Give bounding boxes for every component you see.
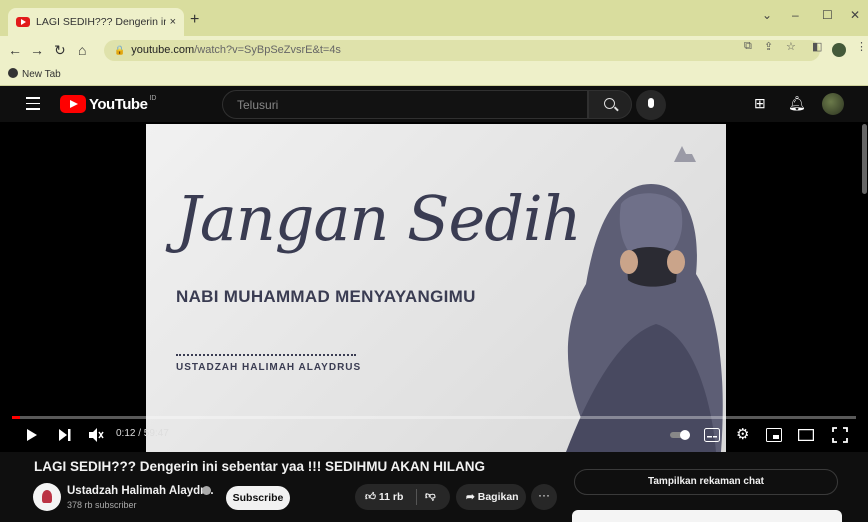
overlay-speaker-name: USTADZAH HALIMAH ALAYDRUS (176, 362, 362, 373)
dislike-button[interactable]: 👎︎ (425, 489, 436, 502)
reload-icon[interactable]: ↻ (54, 42, 66, 59)
video-progress-fill (12, 416, 21, 419)
autoplay-toggle[interactable] (670, 429, 692, 441)
video-player[interactable]: Jangan Sedih NABI MUHAMMAD MENYAYANGIMU … (0, 122, 868, 452)
youtube-logo[interactable]: YouTube ID (60, 95, 156, 113)
channel-name[interactable]: Ustadzah Halimah Alaydr... (67, 485, 214, 497)
channel-avatar[interactable] (33, 483, 61, 511)
minimize-button[interactable]: – (792, 8, 799, 22)
volume-muted-icon[interactable] (88, 427, 104, 443)
search-input[interactable]: Telusuri (222, 90, 588, 119)
new-tab-button[interactable]: + (190, 11, 199, 29)
tab-search-icon[interactable]: ⌄ (762, 8, 772, 22)
more-actions-button[interactable]: ··· (531, 484, 557, 510)
tab-close-button[interactable]: × (170, 16, 176, 28)
video-time: 0:12 / 59:47 (116, 428, 169, 439)
tab-title: LAGI SEDIH??? Dengerin ini sebe (36, 16, 166, 28)
browser-tab[interactable]: LAGI SEDIH??? Dengerin ini sebe × (8, 8, 184, 36)
globe-icon (8, 68, 18, 78)
bookmark-new-tab[interactable]: New Tab (22, 69, 61, 80)
video-title: LAGI SEDIH??? Dengerin ini sebentar yaa … (34, 459, 486, 474)
create-video-icon[interactable]: ⊞ (754, 95, 766, 112)
forward-arrow-icon[interactable]: → (30, 42, 44, 58)
player-controls: 0:12 / 59:47 ⚙ (0, 422, 868, 450)
like-count: 11 rb (378, 491, 404, 503)
video-frame: Jangan Sedih NABI MUHAMMAD MENYAYANGIMU … (146, 124, 726, 452)
thumbs-up-icon: 👍︎ (365, 491, 376, 503)
maximize-button[interactable]: ☐ (822, 8, 833, 22)
bookmarks-bar: New Tab (0, 64, 868, 86)
browser-menu-icon[interactable]: ⋮ (856, 40, 867, 53)
subtitles-icon[interactable] (704, 428, 720, 442)
notifications-bell-icon[interactable]: 🔔︎ (788, 95, 806, 112)
verified-badge-icon (202, 486, 211, 495)
theater-mode-icon[interactable] (798, 429, 814, 441)
recommendation-preview[interactable] (572, 510, 842, 522)
overlay-script-title: Jangan Sedih (176, 182, 582, 255)
overlay-waveform-line (176, 354, 356, 357)
browser-tab-strip: LAGI SEDIH??? Dengerin ini sebe × + ⌄ – … (0, 0, 868, 36)
like-button[interactable]: 👍︎ 11 rb (365, 490, 403, 503)
address-bar[interactable]: 🔒 youtube.com/watch?v=SyBpSeZvsrE&t=4s (104, 40, 820, 61)
settings-gear-icon[interactable]: ⚙ (736, 425, 749, 443)
bookmark-star-icon[interactable]: ☆ (786, 40, 796, 53)
youtube-favicon-icon (16, 17, 30, 27)
channel-watermark-icon (674, 146, 696, 162)
url-host: youtube.com (131, 44, 195, 56)
page-scrollbar[interactable] (862, 124, 867, 194)
like-dislike-group: 👍︎ 11 rb 👎︎ (355, 484, 450, 510)
youtube-header: YouTube ID Telusuri ⊞ 🔔︎ (0, 86, 868, 122)
microphone-icon (648, 98, 654, 108)
browser-toolbar: ← → ↻ ⌂ 🔒 youtube.com/watch?v=SyBpSeZvsrE… (0, 36, 868, 64)
url-path: /watch?v=SyBpSeZvsrE&t=4s (194, 44, 341, 56)
thumbs-down-icon: 👎︎ (425, 490, 436, 502)
search-icon (604, 98, 615, 109)
lock-icon: 🔒 (114, 45, 126, 55)
share-arrow-icon: ➦ (466, 491, 475, 503)
subscriber-count: 378 rb subscriber (67, 500, 137, 510)
region-code: ID (149, 95, 157, 102)
youtube-wordmark: YouTube (89, 95, 148, 113)
account-avatar[interactable] (822, 93, 844, 115)
close-window-button[interactable]: ✕ (850, 8, 860, 22)
profile-avatar-icon[interactable] (832, 43, 846, 57)
next-video-icon[interactable] (58, 428, 72, 442)
menu-icon[interactable] (26, 97, 40, 114)
share-button[interactable]: ➦ Bagikan (456, 484, 526, 510)
show-chat-replay-button[interactable]: Tampilkan rekaman chat (574, 469, 838, 495)
side-panel-icon[interactable]: ◧ (812, 40, 822, 53)
miniplayer-icon[interactable] (766, 428, 782, 442)
video-progress-bar[interactable] (12, 416, 856, 419)
back-arrow-icon[interactable]: ← (8, 42, 22, 58)
share-label: Bagikan (477, 491, 519, 503)
fullscreen-icon[interactable] (832, 427, 848, 443)
like-separator (416, 489, 417, 505)
voice-search-button[interactable] (636, 90, 666, 120)
home-icon[interactable]: ⌂ (78, 42, 86, 58)
overlay-subheading: NABI MUHAMMAD MENYAYANGIMU (176, 287, 476, 306)
share-page-icon[interactable]: ⇪ (764, 40, 773, 53)
search-button[interactable] (588, 90, 632, 119)
install-app-icon[interactable]: ⧉ (744, 40, 752, 53)
play-icon[interactable] (26, 428, 38, 442)
youtube-play-logo-icon (60, 95, 86, 113)
subscribe-button[interactable]: Subscribe (226, 486, 290, 510)
